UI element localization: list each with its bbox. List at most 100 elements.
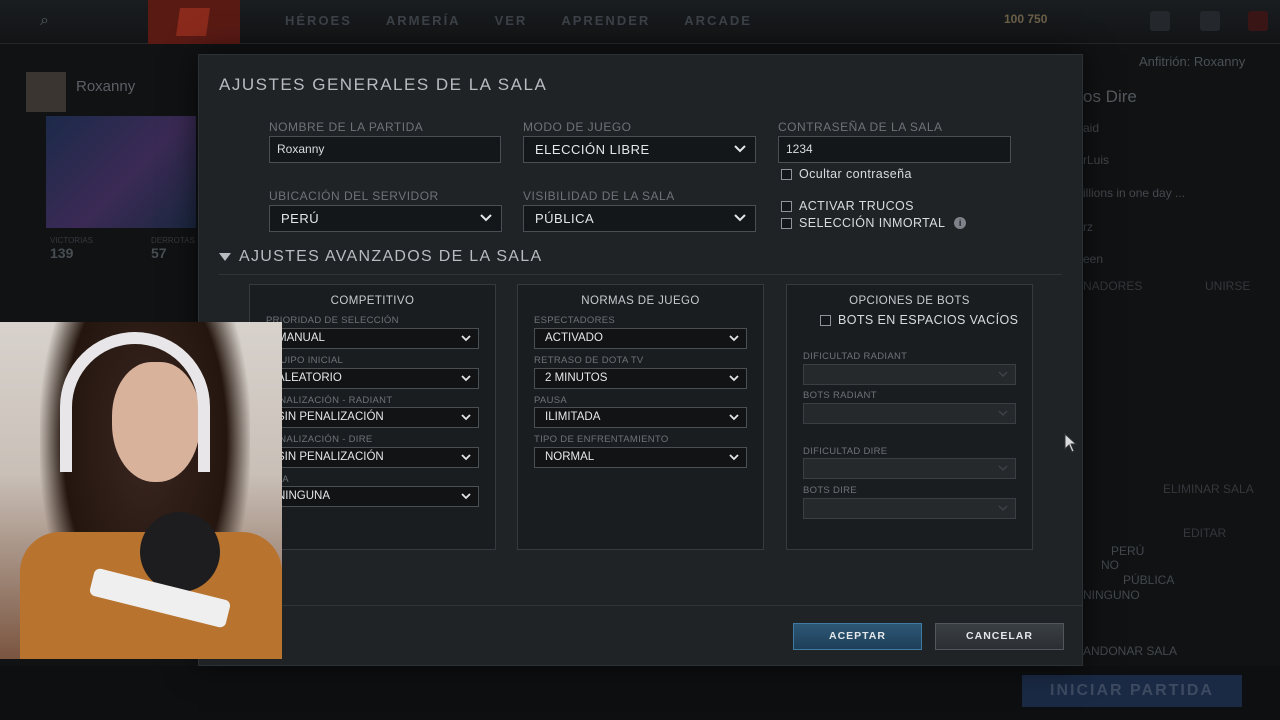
chevron-down-icon xyxy=(728,448,740,467)
lobby-host: Anfitrión: Roxanny xyxy=(1139,54,1246,69)
league-dropdown[interactable]: NINGUNA xyxy=(266,486,479,507)
dire-bots-dropdown xyxy=(803,498,1016,519)
cancel-button[interactable]: CANCELAR xyxy=(935,623,1064,650)
join-link[interactable]: UNIRSE xyxy=(1205,279,1250,293)
game-mode-label: MODO DE JUEGO xyxy=(523,120,632,134)
dropdown-value: NINGUNA xyxy=(277,490,331,502)
competitive-title: COMPETITIVO xyxy=(330,295,415,307)
radiant-penalty-dropdown[interactable]: SIN PENALIZACIÓN xyxy=(266,407,479,428)
nav-heroes[interactable]: HÉROES xyxy=(285,13,352,28)
headset xyxy=(60,332,210,472)
lobby-player: aid xyxy=(1083,121,1100,135)
lobby-server: PERÚ xyxy=(1111,544,1145,558)
exit-icon[interactable] xyxy=(1248,11,1268,31)
enable-cheats-checkbox[interactable]: ACTIVAR TRUCOS xyxy=(781,199,914,213)
chevron-down-icon xyxy=(728,408,740,427)
chevron-down-icon xyxy=(728,329,740,348)
nav-armory[interactable]: ARMERÍA xyxy=(386,13,461,28)
dotatv-delay-dropdown[interactable]: 2 MINUTOS xyxy=(534,368,747,389)
main-nav: HÉROES ARMERÍA VER APRENDER ARCADE xyxy=(285,13,752,28)
game-name-input[interactable]: Roxanny xyxy=(269,136,501,163)
top-navigation-bar: ⌕ HÉROES ARMERÍA VER APRENDER ARCADE 100… xyxy=(0,0,1280,44)
fill-with-bots-checkbox[interactable]: BOTS EN ESPACIOS VACÍOS xyxy=(820,313,1018,327)
game-rules-title: NORMAS DE JUEGO xyxy=(581,295,700,307)
series-type-dropdown[interactable]: NORMAL xyxy=(534,447,747,468)
spectators-label: ESPECTADORES xyxy=(534,315,616,326)
server-location-dropdown[interactable]: PERÚ xyxy=(269,205,502,232)
checkbox-box[interactable] xyxy=(781,168,792,180)
profile-name: Roxanny xyxy=(76,78,136,95)
featured-hero-art xyxy=(46,116,196,228)
chevron-down-icon xyxy=(460,487,472,506)
advanced-settings-toggle[interactable]: AJUSTES AVANZADOS DE LA SALA xyxy=(219,248,542,266)
dire-penalty-dropdown[interactable]: SIN PENALIZACIÓN xyxy=(266,447,479,468)
enable-cheats-label: ACTIVAR TRUCOS xyxy=(799,199,914,213)
nav-watch[interactable]: VER xyxy=(495,13,528,28)
checkbox-box[interactable] xyxy=(781,200,792,212)
accept-button[interactable]: ACEPTAR xyxy=(793,623,922,650)
dota-logo[interactable] xyxy=(148,0,240,44)
radiant-difficulty-label: DIFICULTAD RADIANT xyxy=(803,351,908,362)
checkbox-box[interactable] xyxy=(781,217,792,229)
delete-lobby-link[interactable]: ELIMINAR SALA xyxy=(1163,482,1254,496)
dire-bots-label: BOTS DIRE xyxy=(803,485,857,496)
settings-icon[interactable] xyxy=(1200,11,1220,31)
server-location-label: UBICACIÓN DEL SERVIDOR xyxy=(269,189,439,203)
chevron-down-icon xyxy=(733,208,747,228)
game-mode-dropdown[interactable]: ELECCIÓN LIBRE xyxy=(523,136,756,163)
chevron-down-icon xyxy=(997,459,1009,478)
server-location-value: PERÚ xyxy=(281,211,320,226)
spectators-dropdown[interactable]: ACTIVADO xyxy=(534,328,747,349)
checkbox-box[interactable] xyxy=(820,314,831,326)
radiant-bots-dropdown xyxy=(803,403,1016,424)
lobby-player: rz xyxy=(1083,220,1093,234)
triangle-down-icon xyxy=(219,253,231,261)
footer-divider xyxy=(199,605,1082,606)
stat-losses: DERROTAS 57 xyxy=(150,236,195,261)
pause-dropdown[interactable]: ILIMITADA xyxy=(534,407,747,428)
starting-team-dropdown[interactable]: ALEATORIO xyxy=(266,368,479,389)
search-icon[interactable]: ⌕ xyxy=(40,12,60,32)
lobby-player: illions in one day ... xyxy=(1083,186,1186,200)
pick-priority-dropdown[interactable]: MANUAL xyxy=(266,328,479,349)
info-icon[interactable]: i xyxy=(954,217,967,229)
hide-password-label: Ocultar contraseña xyxy=(799,167,912,181)
dire-team-title: os Dire xyxy=(1083,87,1137,106)
player-profile[interactable]: Roxanny xyxy=(26,72,135,112)
webcam-overlay xyxy=(0,322,282,659)
dropdown-value: ACTIVADO xyxy=(545,332,603,344)
dotatv-delay-label: RETRASO DE DOTA TV xyxy=(534,355,644,366)
visibility-value: PÚBLICA xyxy=(535,211,595,226)
social-icon[interactable] xyxy=(1150,11,1170,31)
radiant-penalty-label: PENALIZACIÓN - RADIANT xyxy=(266,395,393,406)
profile-stats: VICTORIAS 139 DERROTAS 57 xyxy=(50,236,195,261)
visibility-dropdown[interactable]: PÚBLICA xyxy=(523,205,756,232)
dropdown-value: 2 MINUTOS xyxy=(545,372,608,384)
leave-lobby-link[interactable]: ANDONAR SALA xyxy=(1083,644,1177,658)
immortal-draft-checkbox[interactable]: SELECCIÓN INMORTAL i xyxy=(781,216,967,230)
series-type-label: TIPO DE ENFRENTAMIENTO xyxy=(534,434,669,445)
dropdown-value: SIN PENALIZACIÓN xyxy=(277,451,384,463)
fill-with-bots-label: BOTS EN ESPACIOS VACÍOS xyxy=(838,313,1019,327)
visibility-label: VISIBILIDAD DE LA SALA xyxy=(523,189,675,203)
pick-priority-label: PRIORIDAD DE SELECCIÓN xyxy=(266,315,399,326)
dialog-title: AJUSTES GENERALES DE LA SALA xyxy=(219,75,548,94)
lobby-panel: Anfitrión: Roxanny os Dire aid rLuis ill… xyxy=(1083,54,1280,720)
nav-arcade[interactable]: ARCADE xyxy=(684,13,752,28)
immortal-draft-label: SELECCIÓN INMORTAL xyxy=(799,216,946,230)
hide-password-checkbox[interactable]: Ocultar contraseña xyxy=(781,167,912,181)
currency-display: 100 750 xyxy=(1004,12,1048,26)
avatar xyxy=(26,72,66,112)
dropdown-value: ILIMITADA xyxy=(545,411,601,423)
password-input[interactable]: 1234 xyxy=(778,136,1011,163)
advanced-settings-title: AJUSTES AVANZADOS DE LA SALA xyxy=(239,248,543,265)
divider xyxy=(219,274,1062,275)
edit-link[interactable]: EDITAR xyxy=(1183,526,1226,540)
start-game-button[interactable]: INICIAR PARTIDA xyxy=(1022,675,1242,707)
password-label: CONTRASEÑA DE LA SALA xyxy=(778,120,943,134)
dire-difficulty-label: DIFICULTAD DIRE xyxy=(803,446,888,457)
chevron-down-icon xyxy=(460,329,472,348)
chevron-down-icon xyxy=(460,369,472,388)
dropdown-value: ALEATORIO xyxy=(277,372,342,384)
nav-learn[interactable]: APRENDER xyxy=(561,13,650,28)
